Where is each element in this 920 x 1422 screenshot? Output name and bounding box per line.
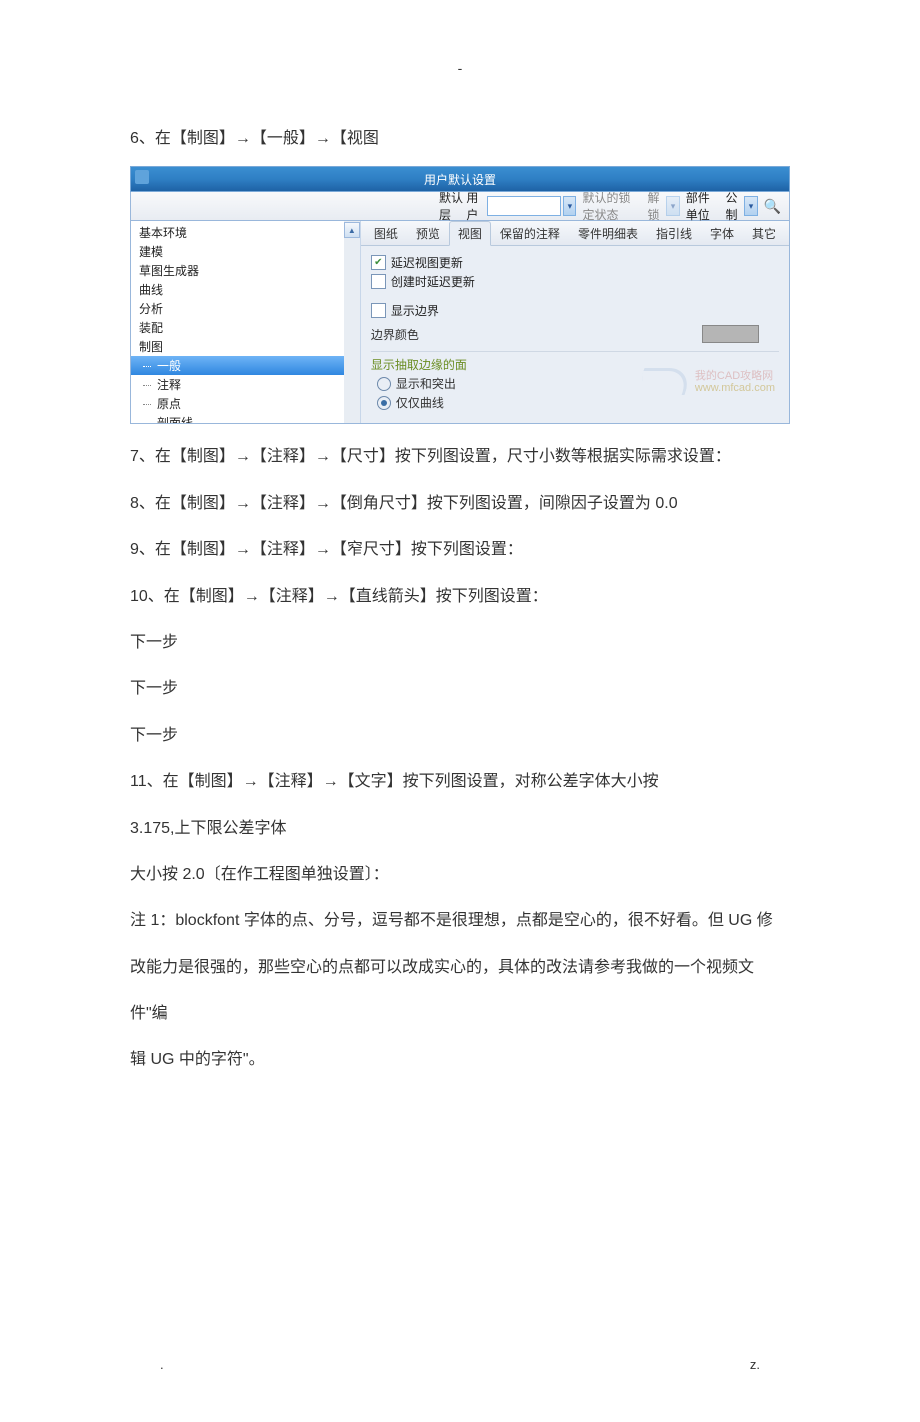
tab-1[interactable]: 预览 xyxy=(407,221,449,245)
unit-dropdown-icon[interactable]: ▾ xyxy=(744,196,757,216)
tree-item[interactable]: 曲线 xyxy=(131,280,360,299)
sysmenu-icon xyxy=(135,170,149,184)
radio-only-curves[interactable]: 仅仅曲线 xyxy=(377,394,779,411)
watermark-line2: www.mfcad.com xyxy=(695,382,775,394)
chk-delay-on-create-label: 创建时延迟更新 xyxy=(391,273,475,290)
tree-item[interactable]: 基本环境 xyxy=(131,223,360,242)
tab-7[interactable]: 其它 xyxy=(743,221,785,245)
page-footer: . z. xyxy=(0,1357,920,1372)
user-label: 用户 xyxy=(466,189,483,223)
boundary-color-label: 边界颜色 xyxy=(371,326,419,343)
tree-item[interactable]: 建模 xyxy=(131,242,360,261)
tree-item[interactable]: 分析 xyxy=(131,299,360,318)
para-8: 8、在【制图】→【注释】→【倒角尺寸】按下列图设置，间隙因子设置为 0.0 xyxy=(130,481,790,527)
chk-show-boundary[interactable]: 显示边界 xyxy=(371,302,779,319)
scroll-up-icon[interactable]: ▲ xyxy=(344,222,360,238)
checkbox-icon xyxy=(371,303,386,318)
chk-show-boundary-label: 显示边界 xyxy=(391,302,439,319)
tree-pane: 基本环境建模草图生成器曲线分析装配制图一般注释原点剖面线视图视图标签 ▲ xyxy=(131,221,361,423)
radio-only-curves-label: 仅仅曲线 xyxy=(396,394,444,411)
radio-icon xyxy=(377,377,391,391)
para-note1b: 改能力是很强的，那些空心的点都可以改成实心的，具体的改法请参考我做的一个视频文件… xyxy=(130,945,790,1038)
chk-delay-update-label: 延迟视图更新 xyxy=(391,254,463,271)
para-6: 6、在【制图】→【一般】→【视图 xyxy=(130,116,790,162)
tab-3[interactable]: 保留的注释 xyxy=(491,221,569,245)
para-next3: 下一步 xyxy=(130,713,790,759)
para-next2: 下一步 xyxy=(130,666,790,712)
unit-label: 部件单位 xyxy=(686,189,720,223)
settings-tree[interactable]: 基本环境建模草图生成器曲线分析装配制图一般注释原点剖面线视图视图标签 xyxy=(131,221,360,423)
checkbox-icon xyxy=(371,274,386,289)
para-note1a: 注 1：blockfont 字体的点、分号，逗号都不是很理想，点都是空心的，很不… xyxy=(130,898,790,944)
tree-item[interactable]: 草图生成器 xyxy=(131,261,360,280)
tree-item[interactable]: 剖面线 xyxy=(131,413,360,423)
para-note1c: 辑 UG 中的字符"。 xyxy=(130,1037,790,1083)
watermark-logo-icon xyxy=(636,368,694,395)
dialog-titlebar: 用户默认设置 xyxy=(130,166,790,192)
chk-delay-on-create[interactable]: 创建时延迟更新 xyxy=(371,273,779,290)
tab-6[interactable]: 字体 xyxy=(701,221,743,245)
tab-4[interactable]: 零件明细表 xyxy=(569,221,647,245)
tree-item[interactable]: 一般 xyxy=(131,356,360,375)
lock-state-label: 默认的锁定状态 xyxy=(582,189,641,223)
tab-5[interactable]: 指引线 xyxy=(647,221,701,245)
para-9: 9、在【制图】→【注释】→【窄尺寸】按下列图设置： xyxy=(130,527,790,573)
tree-scrollbar[interactable]: ▲ xyxy=(344,221,360,423)
tree-item[interactable]: 制图 xyxy=(131,337,360,356)
checkbox-icon xyxy=(371,255,386,270)
para-next1: 下一步 xyxy=(130,620,790,666)
para-10: 10、在【制图】→【注释】→【直线箭头】按下列图设置： xyxy=(130,574,790,620)
chk-delay-update[interactable]: 延迟视图更新 xyxy=(371,254,779,271)
tree-item[interactable]: 注释 xyxy=(131,375,360,394)
footer-left: . xyxy=(160,1357,164,1372)
settings-dialog: 用户默认设置 默认层 用户 ▾ 默认的锁定状态 解锁 ▾ 部件单位 公制 ▾ 🔍… xyxy=(130,166,790,424)
unit-value: 公制 xyxy=(725,189,742,223)
default-layer-label: 默认层 xyxy=(439,189,464,223)
find-icon[interactable]: 🔍 xyxy=(764,197,781,215)
user-combo[interactable] xyxy=(487,196,561,216)
tree-item[interactable]: 原点 xyxy=(131,394,360,413)
dialog-title: 用户默认设置 xyxy=(424,171,496,188)
tab-2[interactable]: 视图 xyxy=(449,221,491,246)
dialog-toolbar: 默认层 用户 ▾ 默认的锁定状态 解锁 ▾ 部件单位 公制 ▾ 🔍 xyxy=(130,192,790,221)
tab-bar: 图纸预览视图保留的注释零件明细表指引线字体其它 xyxy=(361,221,789,246)
watermark-line1: 我的CAD攻略网 xyxy=(695,370,775,382)
user-dropdown-icon[interactable]: ▾ xyxy=(563,196,576,216)
boundary-color-swatch[interactable] xyxy=(702,325,759,343)
para-11c: 大小按 2.0〔在作工程图单独设置〕： xyxy=(130,852,790,898)
tree-item[interactable]: 装配 xyxy=(131,318,360,337)
para-11b: 3.175,上下限公差字体 xyxy=(130,806,790,852)
lock-dropdown-icon[interactable]: ▾ xyxy=(666,196,679,216)
unlock-label: 解锁 xyxy=(648,189,665,223)
watermark: 我的CAD攻略网 www.mfcad.com xyxy=(640,368,775,395)
tab-0[interactable]: 图纸 xyxy=(365,221,407,245)
para-7: 7、在【制图】→【注释】→【尺寸】按下列图设置，尺寸小数等根据实际需求设置： xyxy=(130,434,790,480)
boundary-color-row: 边界颜色 xyxy=(371,325,779,343)
page-header-mark: - xyxy=(0,60,920,76)
para-11a: 11、在【制图】→【注释】→【文字】按下列图设置，对称公差字体大小按 xyxy=(130,759,790,805)
footer-right: z. xyxy=(750,1357,760,1372)
settings-panel: 图纸预览视图保留的注释零件明细表指引线字体其它 延迟视图更新 创建时延迟更新 xyxy=(361,221,789,423)
radio-icon xyxy=(377,396,391,410)
radio-show-highlight-label: 显示和突出 xyxy=(396,375,456,392)
